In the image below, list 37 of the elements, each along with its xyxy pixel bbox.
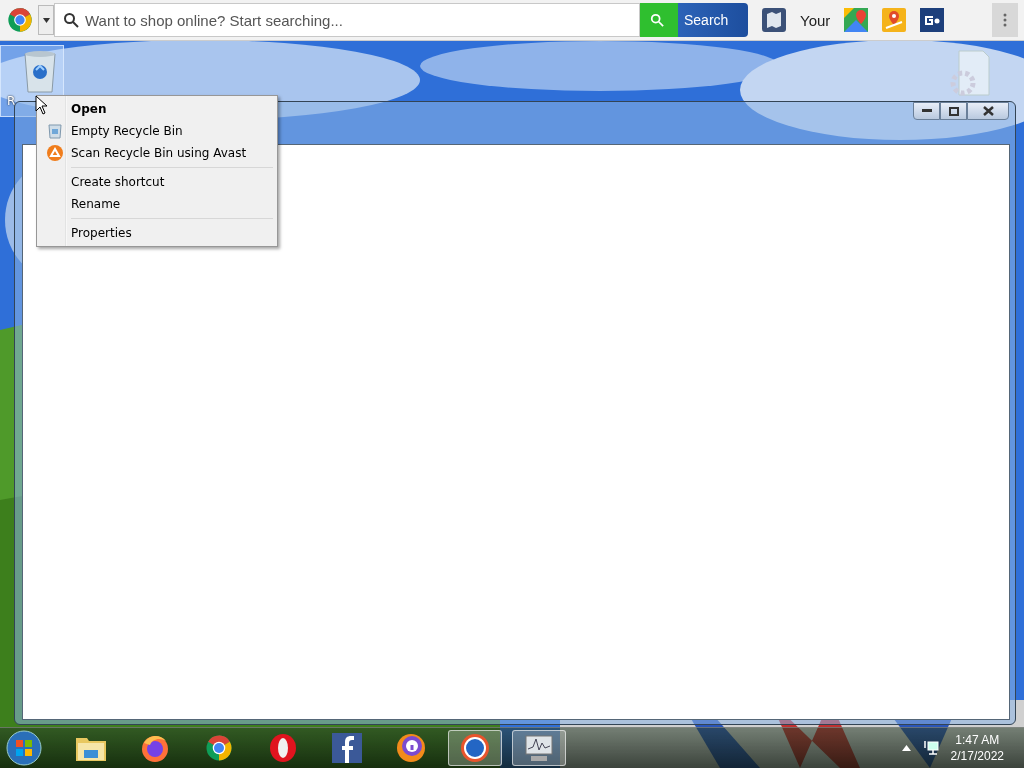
menu-item[interactable]: Scan Recycle Bin using Avast	[39, 142, 275, 164]
firefox-icon	[140, 733, 170, 763]
start-button[interactable]	[6, 730, 42, 766]
mouse-cursor-icon	[35, 95, 48, 115]
show-hidden-icons-icon[interactable]	[901, 745, 911, 751]
opera-icon	[268, 733, 298, 763]
minimize-icon	[921, 109, 932, 113]
app-icon[interactable]	[920, 8, 945, 32]
chrome-icon[interactable]	[204, 733, 234, 763]
network-icon[interactable]	[922, 740, 939, 756]
close-icon	[982, 106, 994, 116]
search-icon	[650, 13, 664, 27]
facebook-icon	[332, 733, 362, 763]
clock-time: 1:47 AM	[955, 732, 1000, 748]
ur-browser-icon	[460, 733, 490, 763]
maximize-button[interactable]	[940, 102, 967, 120]
recycle-bin-icon	[48, 123, 62, 139]
search-field[interactable]: Want to shop online? Start searching...	[54, 3, 640, 37]
taskbar-button[interactable]	[448, 730, 502, 766]
menu-icon	[1003, 13, 1007, 27]
caret-icon	[42, 17, 50, 23]
avast-icon	[47, 145, 63, 161]
close-button[interactable]	[967, 102, 1009, 120]
shield-browser-icon	[396, 733, 426, 763]
icon-label: R	[7, 94, 16, 108]
map-icon[interactable]	[762, 8, 786, 32]
search-button[interactable]: Search	[640, 3, 748, 37]
map-pin-icon[interactable]	[844, 8, 869, 32]
recycle-bin-icon[interactable]	[23, 50, 57, 94]
menu-item[interactable]: Empty Recycle Bin	[39, 120, 275, 142]
minimize-button[interactable]	[913, 102, 940, 120]
bookmark-link[interactable]: Your	[800, 11, 831, 29]
clock-date: 2/17/2022	[950, 748, 1004, 764]
map-pin-icon[interactable]	[882, 8, 907, 32]
dropdown-button[interactable]	[38, 5, 54, 35]
maximize-icon	[948, 106, 959, 116]
resource-monitor-icon	[523, 733, 555, 763]
